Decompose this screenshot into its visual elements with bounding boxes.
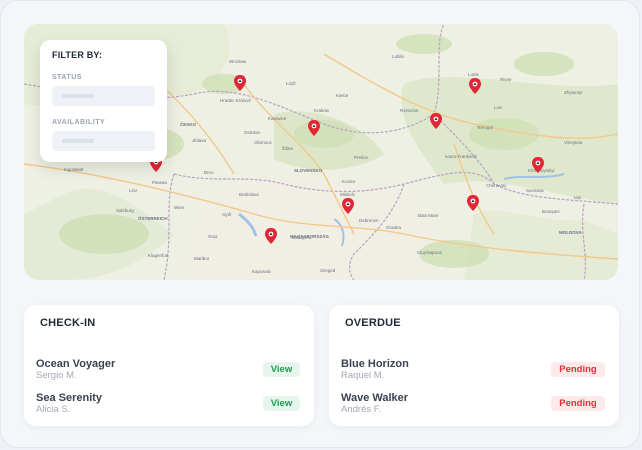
map-label: Iași — [574, 195, 581, 200]
map-label: Lviv — [494, 105, 503, 110]
map-label: Kosice — [342, 179, 356, 184]
map-label: Suceava — [526, 188, 544, 193]
map-label: Ingolstadt — [64, 167, 84, 172]
map-label: Passau — [152, 180, 168, 185]
map-label: ÖSTERREICH — [138, 215, 168, 221]
map-label: Lublin — [392, 54, 405, 59]
person-name: Sergio M. — [36, 370, 77, 381]
map-label: Zhytomyr — [564, 90, 583, 95]
map-label: Kaposvár — [252, 269, 272, 274]
overdue-card: OVERDUE Blue Horizon Raquel M. Pending W… — [329, 305, 619, 426]
person-name: Andrés F. — [341, 404, 382, 415]
map-label: Klagenfurt — [148, 253, 169, 258]
map-label: Rzeszów — [400, 108, 419, 113]
overdue-title: OVERDUE — [345, 317, 401, 329]
pending-status-badge[interactable]: Pending — [551, 396, 605, 411]
view-button[interactable]: View — [263, 362, 300, 377]
map-label: Oradea — [386, 225, 402, 230]
map-label: Ternopil — [477, 125, 493, 130]
map-label: Kraków — [314, 108, 330, 113]
map-label: Miskolc — [340, 192, 356, 197]
list-item: Sea Serenity Alicia S. View — [36, 392, 300, 422]
map-label: Salzburg — [116, 208, 134, 213]
view-button[interactable]: View — [263, 396, 300, 411]
map-label: Olomouc — [254, 140, 273, 145]
map-label: MAGYARORSZÁG — [290, 233, 329, 239]
map-label: Brno — [204, 170, 214, 175]
map-label: Bratislava — [239, 192, 259, 197]
map-label: Jihlava — [192, 138, 207, 143]
availability-label: AVAILABILITY — [52, 119, 106, 126]
vessel-name: Sea Serenity — [36, 392, 103, 404]
map-label: Cluj-Napoca — [417, 250, 442, 255]
map-label: Szeged — [320, 268, 336, 273]
status-placeholder — [62, 94, 94, 98]
map-label: Wrocław — [229, 59, 247, 64]
list-item: Blue Horizon Raquel M. Pending — [341, 358, 605, 388]
person-name: Alicia S. — [36, 404, 71, 415]
map-label: Ostrava — [244, 130, 260, 135]
map-label: Rivne — [500, 77, 512, 82]
list-item: Ocean Voyager Sergio M. View — [36, 358, 300, 388]
map-label: Győr — [222, 212, 232, 217]
filter-title: FILTER BY: — [52, 50, 103, 60]
map-label: Botoșani — [542, 209, 560, 214]
status-select[interactable] — [52, 86, 155, 106]
status-label: STATUS — [52, 74, 82, 81]
map-label: Chernivtsi — [486, 183, 506, 188]
map-label: Maribor — [194, 256, 210, 261]
map-label: Prešov — [354, 155, 369, 160]
filter-panel: FILTER BY: STATUS AVAILABILITY — [40, 40, 167, 162]
pending-status-badge[interactable]: Pending — [551, 362, 605, 377]
vessel-name: Ocean Voyager — [36, 358, 116, 370]
availability-select[interactable] — [52, 131, 155, 151]
map-label: Wien — [174, 205, 185, 210]
map-label: Linz — [129, 188, 138, 193]
map-label: Žilina — [282, 144, 293, 151]
map-label: Katowice — [268, 116, 287, 121]
availability-placeholder — [62, 139, 94, 143]
map-label: Ivano-Frankivsk — [445, 154, 478, 159]
map-label: Debrecen — [359, 218, 379, 223]
map-label: Kielce — [336, 93, 349, 98]
map-label: Hradec Králové — [220, 98, 252, 103]
person-name: Raquel M. — [341, 370, 385, 381]
map-label: ČESKO — [180, 121, 197, 127]
map-label: MOLDOVA — [559, 230, 582, 235]
map-label: Lutsk — [468, 72, 480, 77]
map-label: SLOVENSKO — [294, 168, 323, 173]
vessel-name: Wave Walker — [341, 392, 409, 404]
map-label: Łódź — [286, 81, 297, 86]
vessel-name: Blue Horizon — [341, 358, 409, 370]
map-label: Graz — [208, 234, 219, 239]
map-label: Baia Mare — [418, 213, 439, 218]
list-item: Wave Walker Andrés F. Pending — [341, 392, 605, 422]
checkin-card: CHECK-IN Ocean Voyager Sergio M. View Se… — [24, 305, 314, 426]
map-label: Vinnytsia — [564, 140, 583, 145]
checkin-title: CHECK-IN — [40, 317, 96, 329]
